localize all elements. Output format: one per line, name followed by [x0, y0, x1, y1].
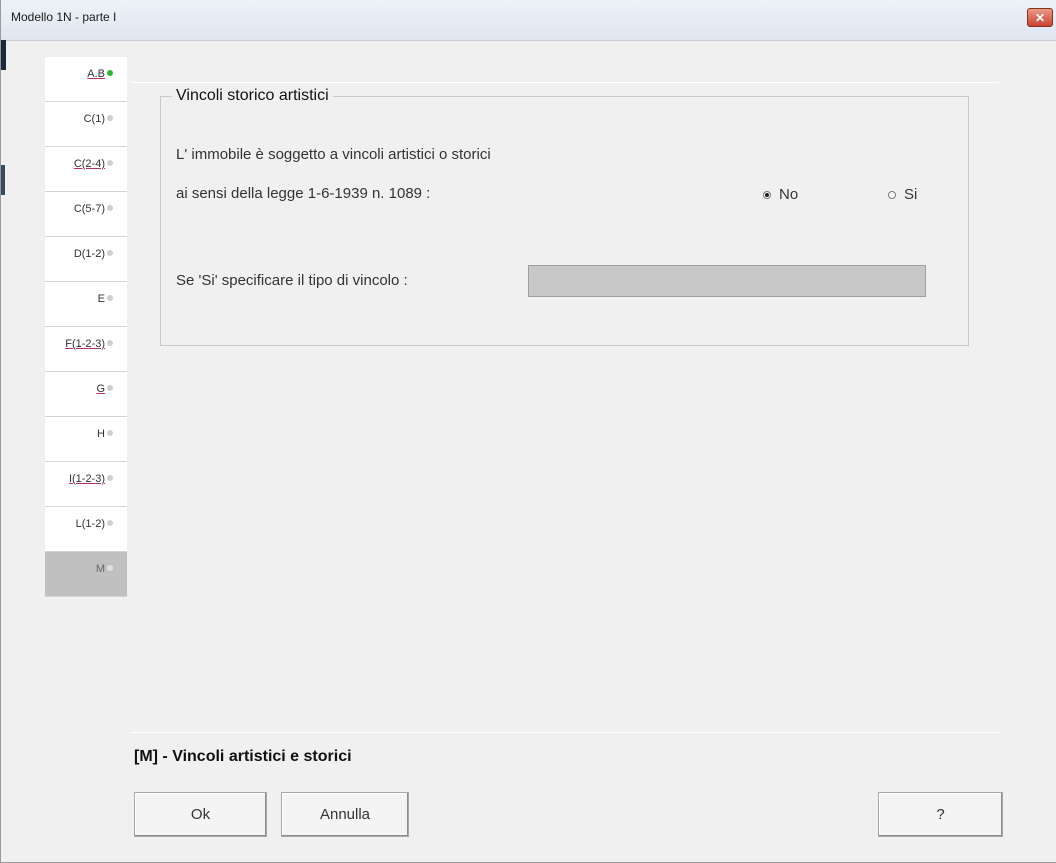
- tab-label: I(1-2-3): [68, 473, 105, 485]
- status-dot-icon: [107, 295, 113, 301]
- radio-si[interactable]: Si: [888, 186, 917, 203]
- radio-si-label: Si: [904, 186, 918, 203]
- window-edge-marker: [1, 165, 5, 195]
- tab-d1-2[interactable]: D(1-2): [45, 237, 127, 282]
- radio-unchecked-icon: [888, 190, 896, 199]
- section-title: [M] - Vincoli artistici e storici: [134, 748, 352, 765]
- divider: [131, 732, 1001, 733]
- cancel-button[interactable]: Annulla: [281, 792, 409, 837]
- radio-no-label: No: [779, 186, 799, 203]
- close-icon: ✕: [1034, 11, 1046, 25]
- tab-label: L(1-2): [75, 518, 105, 530]
- tab-label: C(2-4): [73, 158, 105, 170]
- tab-label: G: [96, 383, 105, 395]
- tab-g[interactable]: G: [45, 372, 127, 417]
- title-bar: Modello 1N - parte I ✕: [1, 0, 1056, 41]
- tab-label: E: [97, 293, 105, 305]
- radio-checked-icon: [763, 190, 771, 199]
- ok-button[interactable]: Ok: [134, 792, 267, 837]
- tab-h[interactable]: H: [45, 417, 127, 462]
- tab-label: A.B: [87, 68, 105, 80]
- tab-label: M: [95, 563, 105, 575]
- tab-ab[interactable]: A.B: [45, 57, 127, 102]
- status-dot-icon: [107, 205, 113, 211]
- tab-label: D(1-2): [73, 248, 105, 260]
- question-line-1: L' immobile è soggetto a vincoli artisti…: [176, 146, 491, 163]
- tab-label: C(1): [83, 113, 105, 125]
- group-box: [160, 96, 969, 346]
- status-dot-icon: [107, 115, 113, 121]
- tab-e[interactable]: E: [45, 282, 127, 327]
- dialog-window: Modello 1N - parte I ✕ A.B C(1) C(2-4) C…: [0, 0, 1056, 863]
- section-tabs: A.B C(1) C(2-4) C(5-7) D(1-2) E F(1-2-3)…: [45, 57, 127, 597]
- tab-l1-2[interactable]: L(1-2): [45, 507, 127, 552]
- tab-label: C(5-7): [73, 203, 105, 215]
- specify-label: Se 'Si' specificare il tipo di vincolo :: [176, 272, 408, 289]
- tab-f1-2-3[interactable]: F(1-2-3): [45, 327, 127, 372]
- vincolo-type-field[interactable]: [528, 265, 926, 297]
- question-line-2: ai sensi della legge 1-6-1939 n. 1089 :: [176, 185, 431, 202]
- tab-label: H: [97, 428, 105, 440]
- status-dot-icon: [107, 250, 113, 256]
- status-dot-icon: [107, 520, 113, 526]
- status-dot-icon: [107, 430, 113, 436]
- group-legend: Vincoli storico artistici: [172, 87, 333, 105]
- window-title: Modello 1N - parte I: [11, 10, 117, 24]
- tab-c5-7[interactable]: C(5-7): [45, 192, 127, 237]
- tab-c1[interactable]: C(1): [45, 102, 127, 147]
- status-dot-icon: [107, 565, 113, 571]
- help-button[interactable]: ?: [878, 792, 1003, 837]
- tab-c2-4[interactable]: C(2-4): [45, 147, 127, 192]
- status-dot-icon: [107, 475, 113, 481]
- divider: [131, 82, 999, 83]
- status-dot-icon: [107, 385, 113, 391]
- tab-label: F(1-2-3): [65, 338, 105, 350]
- status-dot-icon: [107, 160, 113, 166]
- window-edge-marker: [1, 40, 6, 70]
- close-button[interactable]: ✕: [1027, 8, 1053, 27]
- tab-m[interactable]: M: [45, 552, 127, 597]
- status-dot-icon: [107, 70, 113, 76]
- tab-i1-2-3[interactable]: I(1-2-3): [45, 462, 127, 507]
- radio-no[interactable]: No: [763, 186, 798, 203]
- status-dot-icon: [107, 340, 113, 346]
